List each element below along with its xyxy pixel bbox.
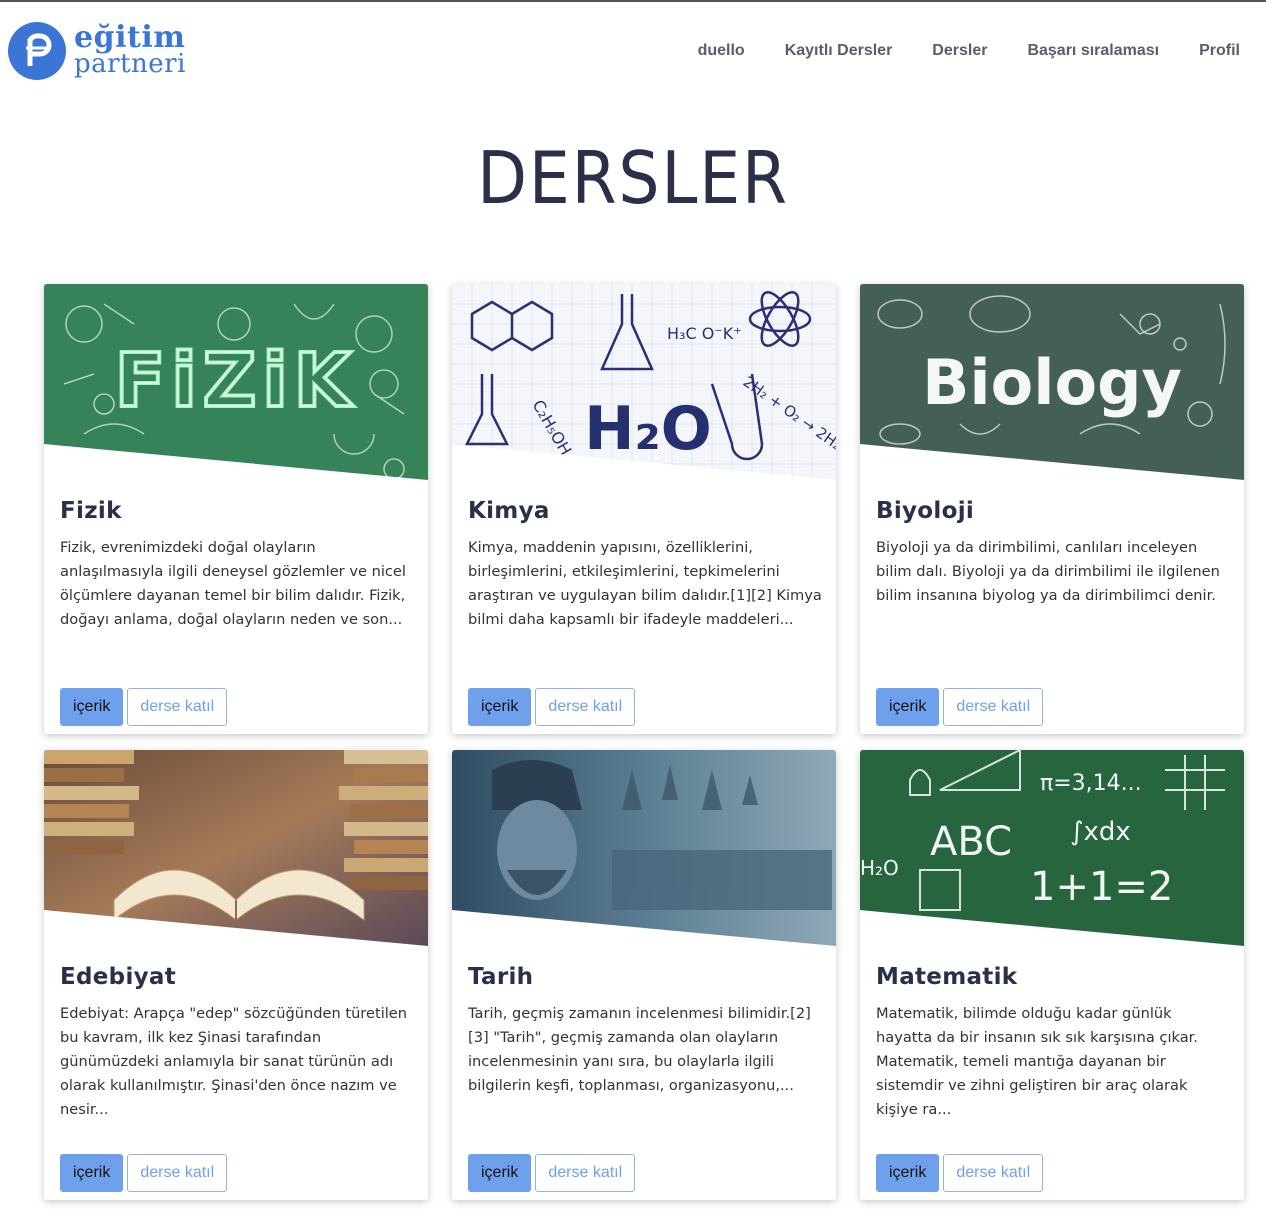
nav-item-kayitli-dersler[interactable]: Kayıtlı Dersler (785, 42, 893, 60)
content-button[interactable]: içerik (60, 688, 124, 726)
brand-line-1: eğitim (74, 20, 186, 55)
course-title: Biyoloji (876, 498, 975, 524)
course-image-kimya: H₂O C₂H₅OH + O₂ 2H₂ + O₂ → 2H₂O H₃C O⁻K⁺ (452, 284, 836, 480)
nav-item-dersler[interactable]: Dersler (932, 42, 987, 60)
main-nav: duello Kayıtlı Dersler Dersler Başarı sı… (698, 42, 1240, 60)
course-card-tarih: Tarih Tarih, geçmiş zamanın incelenmesi … (452, 750, 836, 1200)
brand-name: eğitim partneri (74, 20, 186, 79)
content-button[interactable]: içerik (468, 1154, 532, 1192)
course-title: Edebiyat (60, 964, 177, 990)
join-course-button[interactable]: derse katıl (943, 688, 1044, 726)
nav-item-profil[interactable]: Profil (1199, 42, 1240, 60)
course-description: Edebiyat: Arapça "edep" sözcüğünden türe… (60, 1005, 408, 1118)
join-course-button[interactable]: derse katıl (127, 1154, 228, 1192)
course-image-edebiyat (44, 750, 428, 946)
site-header: eğitim partneri duello Kayıtlı Dersler D… (0, 2, 1266, 102)
course-title: Kimya (468, 498, 550, 524)
course-title: Matematik (876, 964, 1018, 990)
course-description: Biyoloji ya da dirimbilimi, canlıları in… (876, 539, 1220, 604)
brand-logo[interactable]: eğitim partneri (8, 22, 186, 80)
course-title: Tarih (468, 964, 534, 990)
course-card-biyoloji: Biology Biyoloji Biyoloji ya da dirimbil… (860, 284, 1244, 734)
course-image-biyoloji: Biology (860, 284, 1244, 480)
brand-line-2: partneri (74, 49, 186, 79)
logo-mark-icon (8, 22, 66, 80)
content-button[interactable]: içerik (876, 1154, 940, 1192)
content-button[interactable]: içerik (60, 1154, 124, 1192)
svg-text:H₂O: H₂O (860, 856, 899, 880)
join-course-button[interactable]: derse katıl (535, 688, 636, 726)
join-course-button[interactable]: derse katıl (943, 1154, 1044, 1192)
course-card-edebiyat: Edebiyat Edebiyat: Arapça "edep" sözcüğü… (44, 750, 428, 1200)
join-course-button[interactable]: derse katıl (535, 1154, 636, 1192)
course-card-kimya: H₂O C₂H₅OH + O₂ 2H₂ + O₂ → 2H₂O H₃C O⁻K⁺… (452, 284, 836, 734)
course-description: Fizik, evrenimizdeki doğal olayların anl… (60, 539, 406, 628)
course-title: Fizik (60, 498, 122, 524)
kimya-image-text: H₂O (584, 394, 712, 464)
biyoloji-image-text: Biology (922, 346, 1182, 419)
svg-text:1+1=2: 1+1=2 (1030, 864, 1173, 910)
page-title: DERSLER (477, 136, 789, 220)
nav-item-basari-siralamasi[interactable]: Başarı sıralaması (1027, 42, 1159, 60)
svg-text:∫xdx: ∫xdx (1070, 817, 1131, 847)
course-description: Kimya, maddenin yapısını, özelliklerini,… (468, 539, 822, 628)
course-description: Matematik, bilimde olduğu kadar günlük h… (876, 1005, 1198, 1118)
join-course-button[interactable]: derse katıl (127, 688, 228, 726)
course-image-tarih (452, 750, 836, 946)
svg-text:FiZiK: FiZiK (115, 338, 357, 424)
matematik-image-text: ABC (930, 819, 1012, 865)
course-image-fizik: FiZiK FiZiK (44, 284, 428, 480)
content-button[interactable]: içerik (468, 688, 532, 726)
svg-text:π=3,14...: π=3,14... (1040, 771, 1142, 796)
course-description: Tarih, geçmiş zamanın incelenmesi bilimi… (468, 1005, 811, 1094)
content-button[interactable]: içerik (876, 688, 940, 726)
nav-item-duello[interactable]: duello (698, 42, 745, 60)
svg-text:H₃C O⁻K⁺: H₃C O⁻K⁺ (667, 324, 742, 343)
course-card-matematik: ABC 1+1=2 π=3,14... ∫xdx H₂O Matematik M… (860, 750, 1244, 1200)
course-image-matematik: ABC 1+1=2 π=3,14... ∫xdx H₂O (860, 750, 1244, 946)
course-card-fizik: FiZiK FiZiK Fizik Fizik, evrenimizdeki d… (44, 284, 428, 734)
